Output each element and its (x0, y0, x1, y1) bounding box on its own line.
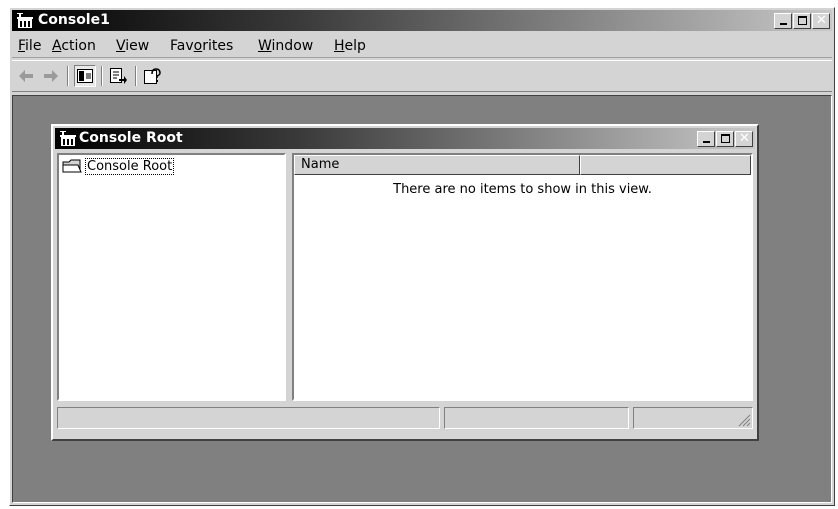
menu-action-accel: A (52, 38, 62, 54)
console-tree-icon (77, 69, 93, 83)
list-header: Name (294, 155, 751, 175)
status-bar (57, 407, 753, 429)
child-maximize-button[interactable] (716, 131, 734, 147)
menu-view-rest: iew (125, 38, 150, 54)
maximize-icon (798, 16, 807, 25)
child-window-title: Console Root (79, 130, 183, 146)
menu-view-accel: V (116, 38, 126, 54)
close-icon: ✕ (739, 131, 750, 146)
status-segment-middle (444, 407, 629, 429)
toolbar-separator (135, 66, 137, 86)
help-icon (144, 68, 161, 84)
menu-favorites[interactable]: Favorites (170, 38, 233, 54)
menu-file-rest: ile (25, 38, 42, 54)
size-grip-icon[interactable] (737, 413, 751, 427)
menu-window[interactable]: Window (258, 38, 313, 54)
results-list-pane[interactable]: Name There are no items to show in this … (292, 153, 753, 401)
status-segment-main (57, 407, 440, 429)
title-bar[interactable]: Console1 ✕ (12, 10, 832, 31)
menu-favorites-rest: rites (202, 38, 234, 54)
menu-window-rest: indow (271, 38, 314, 54)
toolbar (12, 60, 832, 92)
minimize-button[interactable] (774, 13, 792, 29)
menu-help[interactable]: Help (334, 38, 366, 54)
console-tree-pane[interactable]: Console Root (57, 153, 286, 401)
menu-file[interactable]: File (18, 38, 41, 54)
menu-action[interactable]: Action (52, 38, 96, 54)
folder-icon (62, 159, 82, 173)
window-title: Console1 (38, 12, 110, 28)
console-panes: Console Root Name There are no items to … (57, 153, 753, 401)
menu-bar: File Action View Favorites Window Help (12, 35, 832, 58)
tree-item-console-root[interactable]: Console Root (62, 158, 175, 175)
mmc-console-icon (60, 131, 76, 146)
back-button[interactable] (15, 65, 37, 87)
empty-list-message: There are no items to show in this view. (393, 182, 652, 197)
close-icon: ✕ (816, 13, 827, 28)
status-segment-right (633, 407, 753, 429)
maximize-icon (721, 134, 730, 143)
toolbar-separator (67, 66, 69, 86)
minimize-icon (703, 141, 710, 143)
export-list-button[interactable] (108, 65, 130, 87)
menu-help-rest: elp (344, 38, 366, 54)
menu-help-accel: H (334, 38, 345, 54)
console-window: Console1 ✕ File Action View Favorites Wi… (9, 7, 835, 506)
mmc-console-icon (17, 13, 33, 28)
column-header-blank[interactable] (580, 155, 751, 175)
mdi-client-area: Console Root ✕ Console Root Name There a… (12, 95, 832, 503)
menu-view[interactable]: View (116, 38, 149, 54)
menu-favorites-accel: o (193, 38, 203, 54)
toolbar-separator (101, 66, 103, 86)
column-header-name[interactable]: Name (294, 155, 580, 175)
caption-buttons: ✕ (773, 13, 830, 29)
menu-window-accel: W (258, 38, 272, 54)
child-caption-buttons: ✕ (696, 131, 753, 147)
menu-action-rest: ction (61, 38, 96, 54)
maximize-button[interactable] (793, 13, 811, 29)
menu-file-accel: F (18, 38, 26, 54)
arrow-right-icon (44, 70, 58, 82)
arrow-left-icon (19, 70, 33, 82)
forward-button[interactable] (40, 65, 62, 87)
close-button[interactable]: ✕ (812, 13, 830, 29)
child-close-button[interactable]: ✕ (735, 131, 753, 147)
console-root-window: Console Root ✕ Console Root Name There a… (51, 124, 759, 441)
menu-favorites-pre: Fav (170, 38, 194, 54)
show-hide-console-tree-button[interactable] (74, 65, 96, 87)
minimize-icon (780, 23, 787, 25)
help-button[interactable] (142, 65, 164, 87)
export-list-icon (110, 68, 127, 84)
tree-item-label: Console Root (85, 158, 175, 175)
child-minimize-button[interactable] (697, 131, 715, 147)
child-title-bar[interactable]: Console Root ✕ (55, 128, 755, 149)
